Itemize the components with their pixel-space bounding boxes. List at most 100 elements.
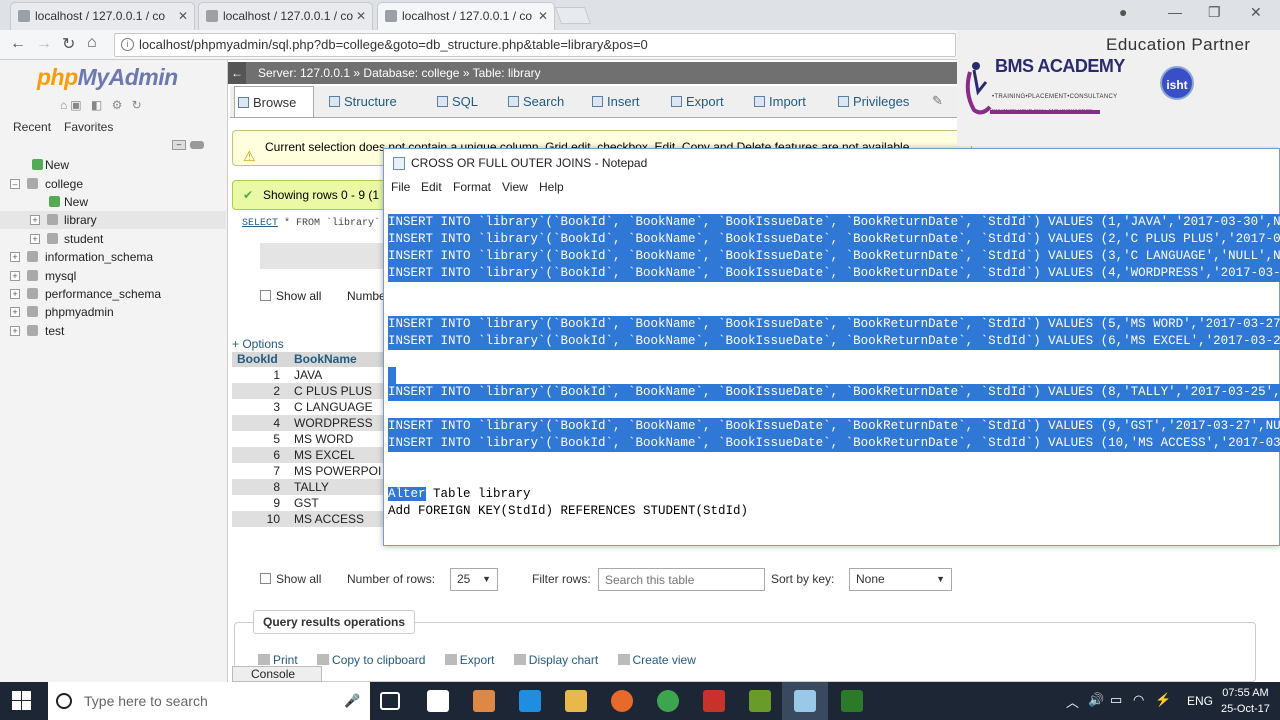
expand-icon[interactable]: + [10,307,20,317]
recent-link[interactable]: Recent [13,120,51,134]
table-row[interactable]: 1 JAVA [232,367,392,383]
app-icon[interactable] [473,690,495,712]
forward-icon[interactable]: → [36,35,52,53]
wifi-icon[interactable]: ◠ [1133,692,1144,708]
store-icon[interactable] [427,690,449,712]
battery-icon[interactable]: ▭ [1110,692,1122,708]
browser-tab-3[interactable]: localhost / 127.0.0.1 / co ✕ [377,2,555,30]
tree-item-mysql[interactable]: + mysql [0,267,226,285]
close-icon[interactable]: ✕ [356,3,366,29]
maximize-icon[interactable]: ❐ [1208,4,1221,21]
breadcrumb-database[interactable]: Database: college [363,66,459,80]
minimize-icon[interactable]: — [1168,4,1182,20]
file-explorer-icon[interactable] [565,690,587,712]
phpmyadmin-logo[interactable]: phpMyAdmin [37,64,178,91]
table-row[interactable]: 10 MS ACCESS [232,511,392,527]
expand-icon[interactable]: + [30,215,40,225]
tab-privileges[interactable]: Privileges [835,86,909,117]
tree-item-performance-schema[interactable]: + performance_schema [0,285,226,303]
sql-keyword[interactable]: SELECT [242,218,278,229]
volume-icon[interactable]: 🔊 [1088,692,1104,708]
menu-format[interactable]: Format [453,177,491,197]
address-bar[interactable]: i localhost/phpmyadmin/sql.php?db=college… [114,33,956,57]
table-row[interactable]: 6 MS EXCEL [232,447,392,463]
browser-tab-2[interactable]: localhost / 127.0.0.1 / co ✕ [198,2,373,30]
notepad-titlebar[interactable]: CROSS OR FULL OUTER JOINS - Notepad [384,149,1279,177]
expand-icon[interactable]: + [10,252,20,262]
browser-tab-1[interactable]: localhost / 127.0.0.1 / co ✕ [10,2,195,30]
tab-browse[interactable]: Browse [234,86,314,117]
table-row[interactable]: 3 C LANGUAGE [232,399,392,415]
column-bookname[interactable]: BookName [294,352,357,366]
tab-sql[interactable]: SQL [434,86,478,117]
close-icon[interactable]: ✕ [538,3,548,29]
collapse-nav-icon[interactable]: ← [228,62,246,84]
show-all-bottom[interactable]: Show all [260,572,321,586]
table-row[interactable]: 9 GST [232,495,392,511]
reload-icon[interactable]: ↻ [62,34,75,54]
copy-to-clipboard-link[interactable]: Copy to clipboard [317,653,433,667]
breadcrumb-table[interactable]: Table: library [473,66,541,80]
clock[interactable]: 07:55 AM 25-Oct-17 [1221,685,1270,717]
powerpoint-icon[interactable] [703,690,725,712]
expand-icon[interactable]: + [30,234,40,244]
console-bar[interactable]: Console [232,666,322,682]
menu-view[interactable]: View [502,177,528,197]
favorites-link[interactable]: Favorites [64,120,113,134]
options-link[interactable]: + Options [232,337,284,351]
power-icon[interactable]: ⚡ [1155,692,1171,708]
show-all-checkbox[interactable] [260,573,271,584]
tree-item-college[interactable]: – college [0,175,226,193]
tab-search[interactable]: Search [505,86,564,117]
menu-file[interactable]: File [391,177,410,197]
expand-icon[interactable]: + [10,326,20,336]
menu-edit[interactable]: Edit [421,177,442,197]
tab-insert[interactable]: Insert [589,86,640,117]
collapse-all-icon[interactable]: – [172,140,186,150]
export-link[interactable]: Export [444,653,503,667]
create-view-link[interactable]: Create view [617,653,704,667]
expand-icon[interactable]: + [10,289,20,299]
tab-import[interactable]: Import [751,86,806,117]
windows-start-icon[interactable] [12,691,32,711]
task-view-icon[interactable] [380,692,400,710]
microphone-icon[interactable]: 🎤 [344,682,360,720]
taskbar-search-box[interactable]: Type here to search 🎤 [48,682,370,720]
notepad-window[interactable]: CROSS OR FULL OUTER JOINS - Notepad File… [383,148,1280,546]
print-link[interactable]: Print [258,653,306,667]
tab-structure[interactable]: Structure [326,86,397,117]
firefox-icon[interactable] [611,690,633,712]
table-row[interactable]: 4 WORDPRESS [232,415,392,431]
show-all-top[interactable]: Show all [260,289,321,303]
link-icon[interactable] [190,141,204,149]
nav-quick-icons[interactable]: ⌂▣ ◧ ⚙ ↻ [60,98,145,112]
menu-help[interactable]: Help [539,177,564,197]
camtasia-icon[interactable] [749,690,771,712]
number-of-rows-select[interactable]: 25 ▼ [450,568,498,591]
home-icon[interactable]: ⌂ [87,34,97,52]
tree-item-new[interactable]: New [0,156,226,174]
chevron-up-icon[interactable]: ︿ [1066,692,1079,711]
new-tab-button[interactable] [554,7,592,24]
tree-item-student[interactable]: + student [0,230,226,248]
display-chart-link[interactable]: Display chart [513,653,606,667]
tab-export[interactable]: Export [668,86,724,117]
filter-rows-input[interactable] [598,568,765,591]
tree-item-information-schema[interactable]: + information_schema [0,248,226,266]
show-all-checkbox[interactable] [260,290,271,301]
table-row[interactable]: 5 MS WORD [232,431,392,447]
notepad-text-area[interactable]: INSERT INTO `library`(`BookId`, `BookNam… [388,214,1280,534]
language-indicator[interactable]: ENG [1187,694,1213,708]
edge-icon[interactable] [519,690,541,712]
column-bookid[interactable]: BookId [237,352,278,366]
table-row[interactable]: 2 C PLUS PLUS [232,383,392,399]
back-icon[interactable]: ← [10,35,26,53]
wrench-icon[interactable]: ✎ [932,93,943,109]
tree-item-phpmyadmin[interactable]: + phpmyadmin [0,303,226,321]
camtasia-recorder-icon[interactable] [841,690,863,712]
tree-item-library[interactable]: + library [0,211,226,229]
sort-by-key-select[interactable]: None ▼ [849,568,952,591]
tree-item-college-new[interactable]: New [0,193,226,211]
notepad-taskbar-icon[interactable] [794,690,816,712]
close-window-icon[interactable]: ✕ [1250,4,1262,21]
